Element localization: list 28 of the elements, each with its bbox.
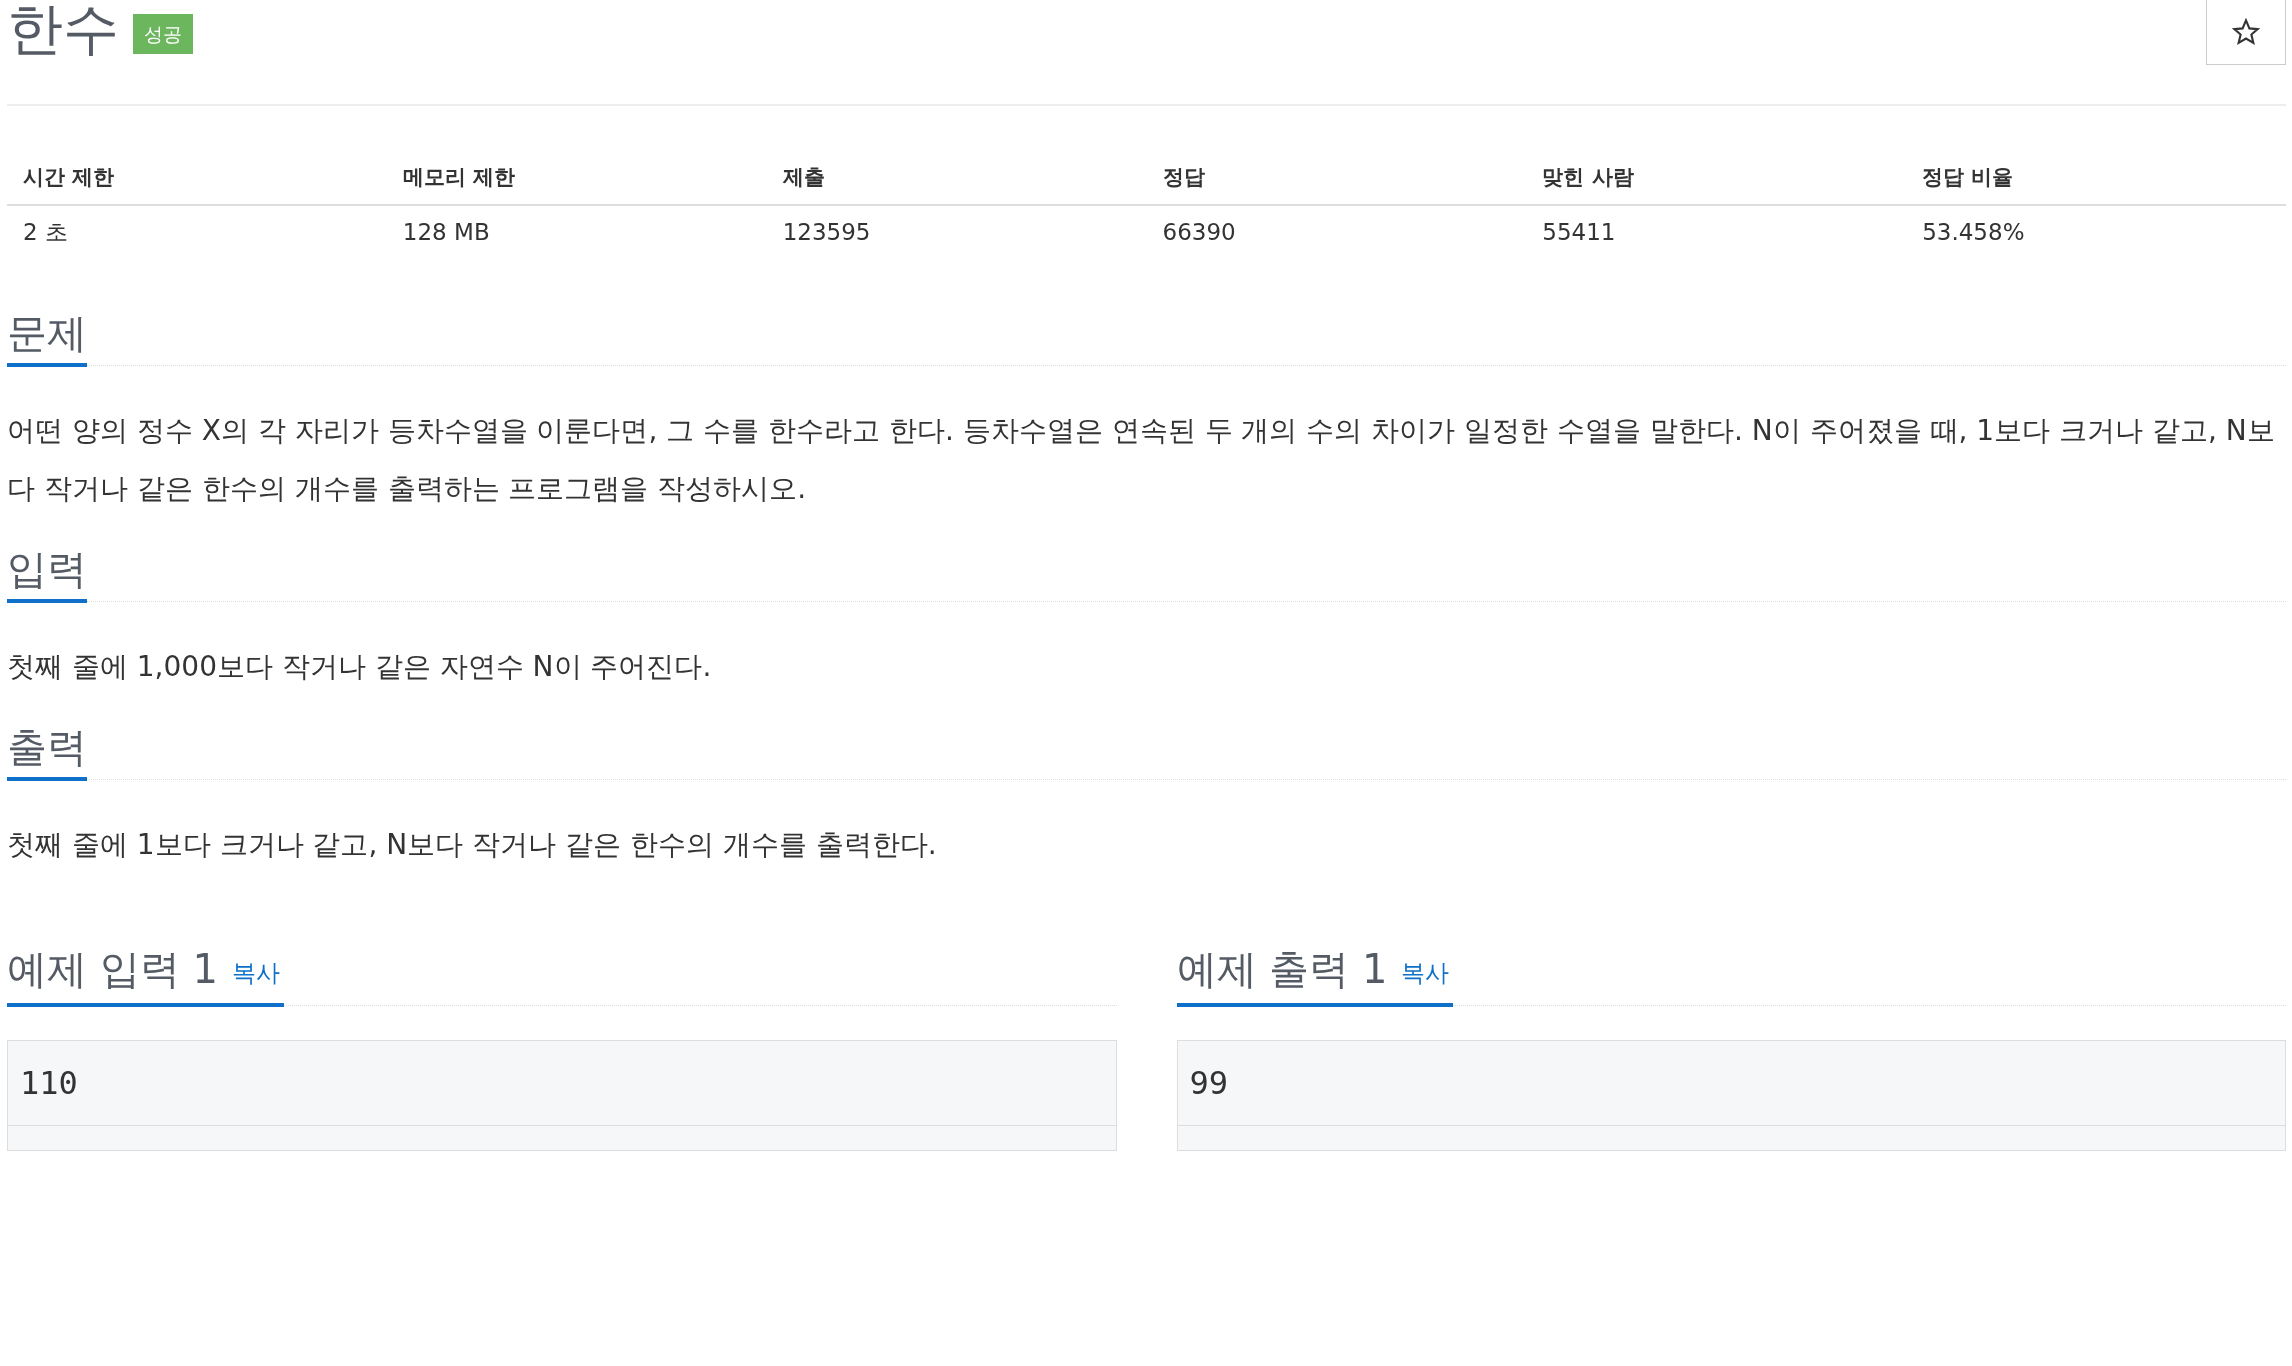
column-header: 맞힌 사람 — [1541, 164, 1635, 191]
star-button[interactable] — [2206, 0, 2286, 65]
table-cell-text: 128 MB — [401, 217, 491, 247]
table-cell-text: 123595 — [781, 217, 872, 247]
sample-content: 99 — [1177, 1041, 2285, 1126]
column-header: 제출 — [781, 164, 826, 191]
table-cell-text: 2 초 — [22, 217, 69, 247]
table-cell-text: 53.458% — [1921, 217, 2026, 247]
section-text: 첫째 줄에 1,000보다 작거나 같은 자연수 N이 주어진다. — [7, 649, 713, 685]
problem-title: 한수 — [7, 0, 119, 63]
status-badge: 성공 — [133, 13, 193, 55]
table-cell-text: 66390 — [1161, 217, 1237, 247]
sample-title: 예제 입력 1 — [7, 945, 218, 993]
column-header: 시간 제한 — [22, 164, 116, 191]
section-text: 첫째 줄에 1보다 크거나 같고, N보다 작거나 같은 한수의 개수를 출력한다. — [7, 827, 938, 863]
copy-link[interactable]: 복사 — [1401, 955, 1450, 991]
copy-link[interactable]: 복사 — [231, 955, 280, 991]
column-header: 정답 — [1161, 164, 1206, 191]
section-heading: 문제 — [7, 305, 87, 367]
column-header: 메모리 제한 — [401, 164, 517, 191]
section-text: 어떤 양의 정수 X의 각 자리가 등차수열을 이룬다면, 그 수를 한수라고 한다. 등차수열은 연속된 두 개의 수의 차이가 일정한 수열을 말한다. N이 주어졌을 때, 1보다 크거나 같고, N보다 작거나 같은 한수의 개수를 출력하는 프로그램을 작성하시오. — [7, 413, 2276, 507]
table-cell-text: 55411 — [1541, 217, 1617, 247]
column-header: 정답 비율 — [1921, 164, 2015, 191]
sample-title: 예제 출력 1 — [1176, 945, 1388, 993]
star-icon — [2232, 18, 2260, 46]
sample-content: 110 — [8, 1041, 1116, 1126]
section-heading: 출력 — [7, 719, 87, 781]
section-heading: 입력 — [7, 541, 87, 603]
